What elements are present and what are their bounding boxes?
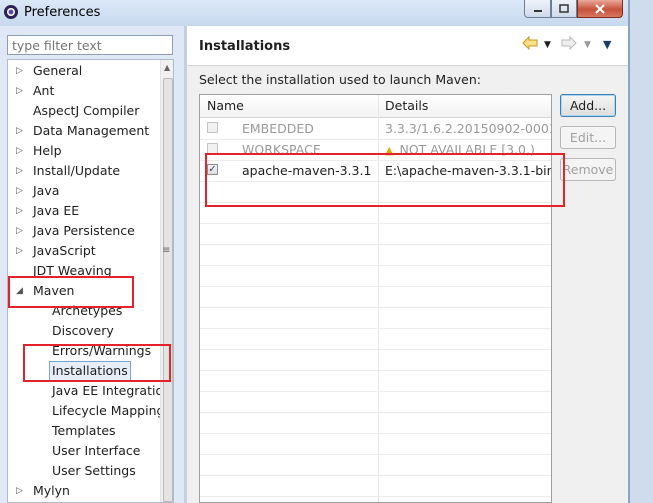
table-row-empty: [200, 286, 551, 308]
table-row-empty: [200, 307, 551, 329]
expand-arrow-icon[interactable]: ▷: [16, 121, 26, 141]
table-row-empty: [200, 328, 551, 350]
back-button[interactable]: [522, 35, 538, 54]
table-row-empty: [200, 412, 551, 434]
expand-arrow-icon[interactable]: ▷: [16, 201, 26, 221]
preference-navigation-pane: ▷ General ▷ Ant AspectJ Compiler ▷ Data …: [0, 26, 185, 503]
back-arrow-icon: [522, 35, 538, 51]
expand-arrow-icon[interactable]: ▷: [16, 221, 26, 241]
maximize-icon: [559, 4, 569, 13]
forward-dropdown-icon[interactable]: ▼: [584, 40, 591, 50]
maximize-button[interactable]: [551, 0, 577, 18]
table-row-empty: [200, 433, 551, 455]
forward-arrow-icon: [561, 35, 577, 51]
expand-arrow-icon[interactable]: ▷: [16, 141, 26, 161]
desktop-background: [630, 0, 653, 503]
table-row-empty: [200, 454, 551, 476]
page-title: Installations: [199, 39, 291, 54]
expand-arrow-icon[interactable]: ▷: [16, 81, 26, 101]
remove-button[interactable]: Remove: [560, 158, 616, 181]
page-header: Installations ▼ ▼ ▼: [187, 26, 628, 66]
add-button[interactable]: Add...: [560, 94, 616, 117]
expand-arrow-icon[interactable]: ▷: [16, 241, 26, 261]
tree-scrollbar[interactable]: ▲ ≡: [160, 60, 173, 502]
preference-page: Installations ▼ ▼ ▼ Select the installat…: [187, 26, 628, 503]
scrollbar-grip-icon: ≡: [162, 245, 171, 256]
window-title: Preferences: [24, 5, 101, 20]
edit-button[interactable]: Edit...: [560, 126, 616, 149]
minimize-button[interactable]: [524, 0, 551, 18]
filter-input[interactable]: [7, 35, 173, 55]
close-icon: [595, 3, 605, 14]
column-header-name[interactable]: Name: [207, 98, 244, 113]
table-row-empty: [200, 475, 551, 497]
eclipse-app-icon: [4, 5, 18, 19]
table-row-empty: [200, 370, 551, 392]
minimize-icon: [533, 9, 542, 12]
table-header: Name Details: [200, 95, 551, 118]
expand-arrow-icon[interactable]: ▷: [16, 61, 26, 81]
expand-arrow-icon[interactable]: ▷: [16, 481, 26, 501]
highlight-box-installations: [23, 344, 171, 382]
table-row-empty: [200, 391, 551, 413]
table-row-embedded[interactable]: EMBEDDED 3.3.3/1.6.2.20150902-0001: [200, 118, 551, 140]
view-menu-icon[interactable]: ▼: [603, 38, 611, 51]
back-dropdown-icon[interactable]: ▼: [544, 40, 551, 50]
column-header-details[interactable]: Details: [385, 98, 428, 113]
scroll-up-icon[interactable]: ▲: [164, 63, 170, 72]
highlight-box-apache-maven-row: [205, 153, 565, 207]
page-description: Select the installation used to launch M…: [199, 72, 481, 87]
installation-checkbox[interactable]: [207, 122, 218, 133]
expand-arrow-icon[interactable]: ▷: [16, 161, 26, 181]
table-row-empty: [200, 349, 551, 371]
title-bar: Preferences: [0, 0, 653, 26]
table-row-empty: [200, 265, 551, 287]
table-row-empty: [200, 244, 551, 266]
scrollbar-thumb[interactable]: [163, 78, 173, 502]
highlight-box-maven: [8, 276, 134, 308]
forward-button[interactable]: [561, 35, 577, 54]
close-window-button[interactable]: [577, 0, 623, 18]
table-row-empty: [200, 223, 551, 245]
expand-arrow-icon[interactable]: ▷: [16, 181, 26, 201]
